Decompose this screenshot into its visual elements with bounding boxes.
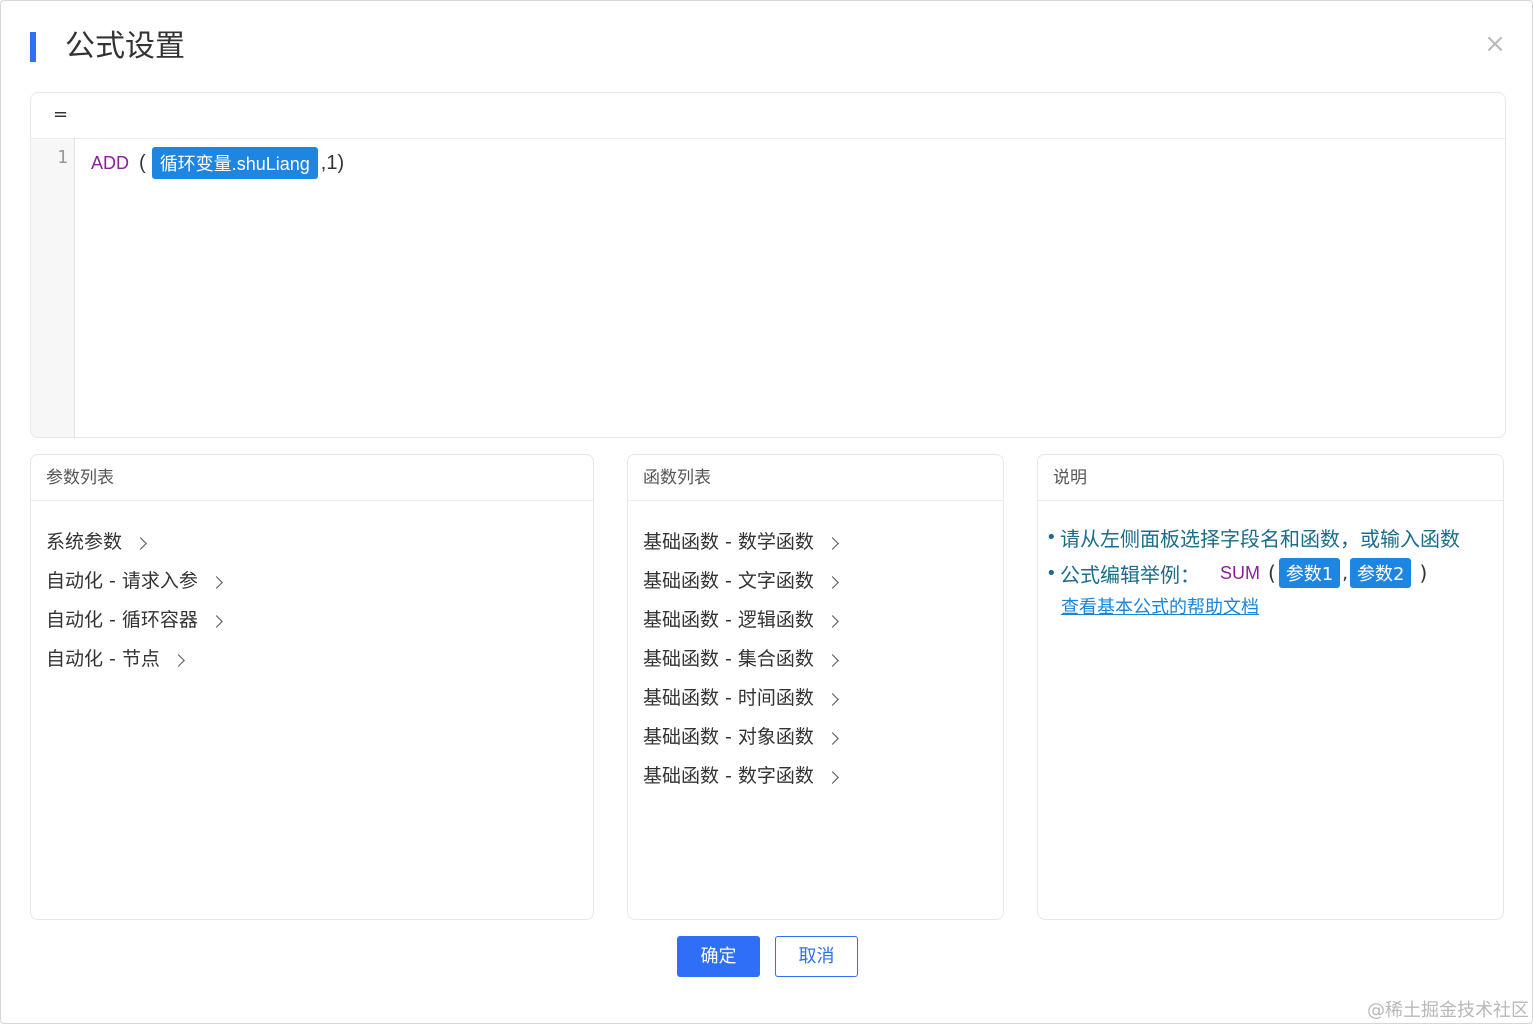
title-accent-bar	[30, 32, 36, 62]
list-item-label: 系统参数	[46, 531, 123, 553]
chevron-right-icon	[826, 732, 839, 745]
list-item-label: 基础函数 - 数学函数	[643, 531, 814, 553]
chevron-right-icon	[826, 771, 839, 784]
chevron-right-icon	[826, 693, 839, 706]
functions-panel: 函数列表 基础函数 - 数学函数 基础函数 - 文字函数 基础函数 - 逻辑函数…	[627, 454, 1004, 920]
chevron-right-icon	[210, 576, 223, 589]
description-line-1: • 请从左侧面板选择字段名和函数，或输入函数	[1046, 519, 1503, 555]
list-item-label: 基础函数 - 文字函数	[643, 570, 814, 592]
params-panel-title: 参数列表	[31, 455, 593, 501]
watermark: @稀土掘金技术社区	[1367, 1000, 1529, 1021]
function-item-number[interactable]: 基础函数 - 数字函数	[643, 755, 1003, 794]
cancel-button[interactable]: 取消	[775, 936, 858, 977]
dialog-title: 公式设置	[65, 29, 185, 64]
formula-rest: ,1)	[320, 151, 345, 174]
example-close-paren: )	[1419, 561, 1428, 585]
functions-panel-title: 函数列表	[628, 455, 1003, 501]
close-icon[interactable]: ×	[1482, 31, 1508, 57]
editor-prefix: =	[31, 93, 1505, 139]
list-item-label: 基础函数 - 数字函数	[643, 765, 814, 787]
example-arg-chip-1: 参数1	[1278, 558, 1341, 588]
example-arg-chip-2: 参数2	[1350, 558, 1412, 588]
description-panel: 说明 • 请从左侧面板选择字段名和函数，或输入函数 • 公式编辑举例： SUM …	[1037, 454, 1504, 920]
chevron-right-icon	[210, 615, 223, 628]
formula-open-paren: (	[139, 151, 146, 174]
params-item-system[interactable]: 系统参数	[46, 521, 593, 560]
function-item-time[interactable]: 基础函数 - 时间函数	[643, 677, 1003, 716]
function-item-collection[interactable]: 基础函数 - 集合函数	[643, 638, 1003, 677]
chevron-right-icon	[826, 537, 839, 550]
chevron-right-icon	[826, 576, 839, 589]
example-open-paren: (	[1268, 561, 1276, 585]
chevron-right-icon	[134, 537, 147, 550]
example-function-name: SUM	[1220, 562, 1260, 583]
functions-list: 基础函数 - 数学函数 基础函数 - 文字函数 基础函数 - 逻辑函数 基础函数…	[628, 501, 1003, 794]
example-label: 公式编辑举例：	[1060, 562, 1200, 587]
description-text: 请从左侧面板选择字段名和函数，或输入函数	[1060, 526, 1460, 551]
description-panel-title: 说明	[1038, 455, 1503, 501]
description-body: • 请从左侧面板选择字段名和函数，或输入函数 • 公式编辑举例： SUM ( 参…	[1038, 501, 1503, 619]
function-item-object[interactable]: 基础函数 - 对象函数	[643, 716, 1003, 755]
params-item-node[interactable]: 自动化 - 节点	[46, 638, 593, 677]
chevron-right-icon	[826, 654, 839, 667]
bullet-icon: •	[1046, 562, 1057, 584]
list-item-label: 基础函数 - 时间函数	[643, 687, 814, 709]
params-item-request[interactable]: 自动化 - 请求入参	[46, 560, 593, 599]
chevron-right-icon	[826, 615, 839, 628]
function-item-logic[interactable]: 基础函数 - 逻辑函数	[643, 599, 1003, 638]
params-item-loop[interactable]: 自动化 - 循环容器	[46, 599, 593, 638]
description-line-2: • 公式编辑举例： SUM ( 参数1 , 参数2 )	[1046, 555, 1503, 591]
line-number: 1	[57, 147, 68, 168]
formula-variable-chip[interactable]: 循环变量.shuLiang	[151, 147, 318, 179]
line-gutter: 1	[31, 139, 75, 437]
formula-settings-dialog: 公式设置 × = 1 ADD ( 循环变量.shuLiang ,1) 参数列表 …	[0, 0, 1533, 1024]
code-line[interactable]: ADD ( 循环变量.shuLiang ,1)	[91, 147, 344, 179]
function-item-math[interactable]: 基础函数 - 数学函数	[643, 521, 1003, 560]
formula-editor[interactable]: = 1 ADD ( 循环变量.shuLiang ,1)	[30, 92, 1506, 438]
chevron-right-icon	[172, 654, 185, 667]
bullet-icon: •	[1046, 526, 1057, 548]
function-item-text[interactable]: 基础函数 - 文字函数	[643, 560, 1003, 599]
list-item-label: 基础函数 - 逻辑函数	[643, 609, 814, 631]
help-doc-link[interactable]: 查看基本公式的帮助文档	[1061, 593, 1259, 619]
params-panel: 参数列表 系统参数 自动化 - 请求入参 自动化 - 循环容器 自动化 - 节点	[30, 454, 594, 920]
confirm-button[interactable]: 确定	[677, 936, 760, 977]
list-item-label: 基础函数 - 对象函数	[643, 726, 814, 748]
list-item-label: 自动化 - 循环容器	[46, 609, 198, 631]
list-item-label: 自动化 - 节点	[46, 648, 160, 670]
formula-function-name: ADD	[91, 152, 130, 173]
list-item-label: 自动化 - 请求入参	[46, 570, 198, 592]
list-item-label: 基础函数 - 集合函数	[643, 648, 814, 670]
example-comma: ,	[1342, 562, 1348, 584]
params-list: 系统参数 自动化 - 请求入参 自动化 - 循环容器 自动化 - 节点	[31, 501, 593, 677]
